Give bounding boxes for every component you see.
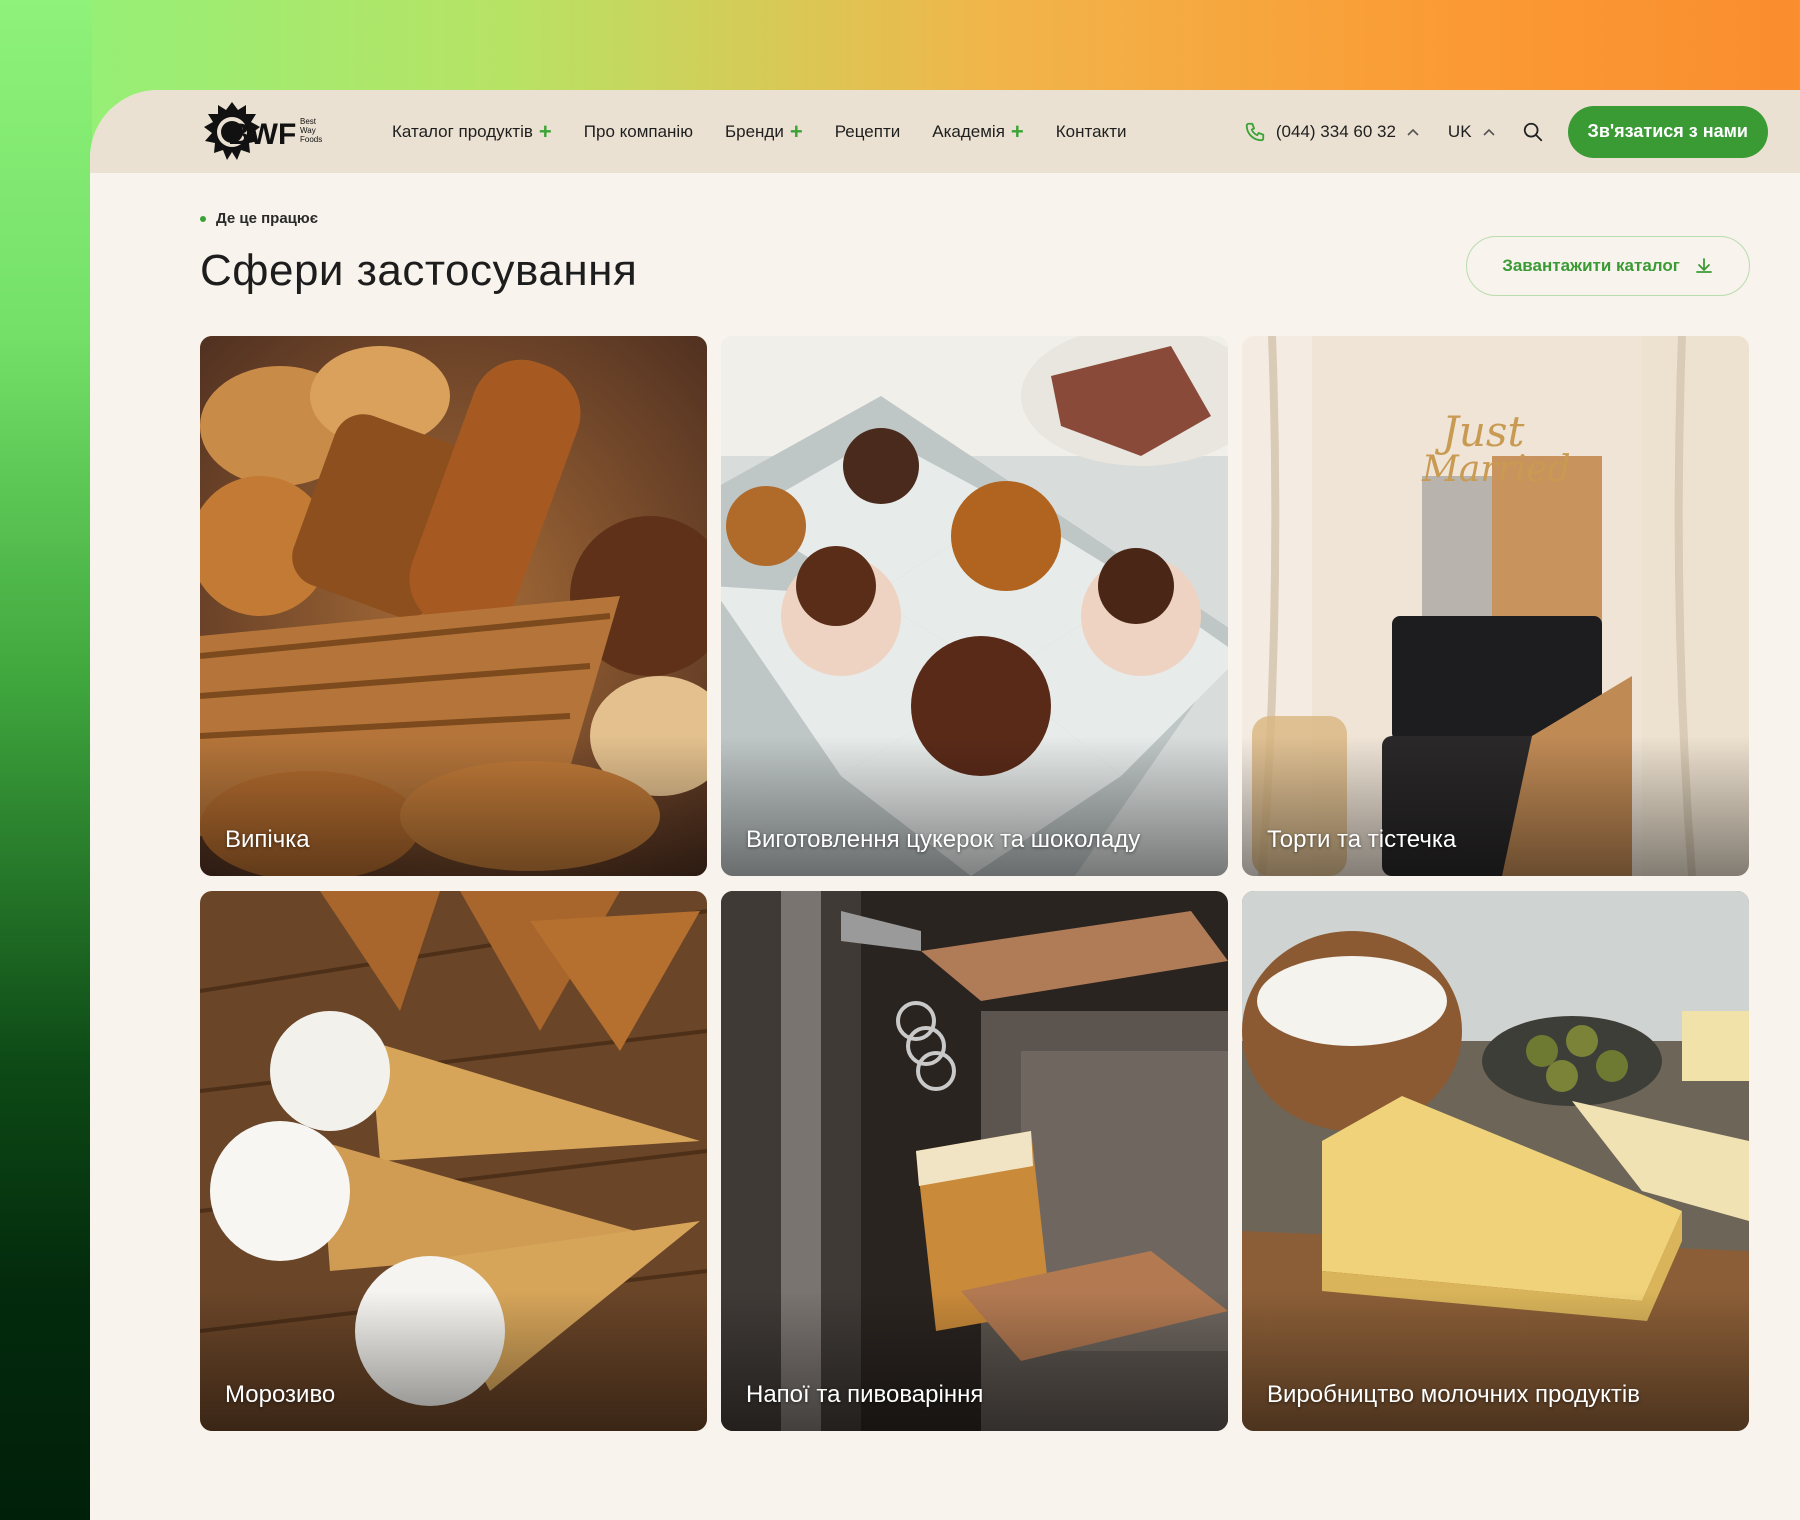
card-shade (1242, 1291, 1749, 1431)
card-label: Торти та тістечка (1267, 826, 1457, 853)
background-left-gradient (0, 0, 92, 1520)
card-beverages[interactable]: Напої та пивоваріння (721, 891, 1228, 1431)
language-label: UK (1447, 121, 1472, 141)
nav-item-brands[interactable]: Бренди + (724, 118, 803, 144)
download-icon (1695, 258, 1712, 273)
card-ice-cream[interactable]: Морозиво (200, 891, 707, 1431)
card-shade (721, 1291, 1228, 1431)
nav-label: Академія (932, 121, 1005, 141)
plus-icon: + (789, 118, 803, 144)
card-cakes[interactable]: Just Married Торти та тістечка (1242, 336, 1749, 876)
application-grid: Випічка Виготовлення цукерок та шоколаду… (200, 336, 1750, 1431)
svg-text:Foods: Foods (300, 135, 322, 144)
phone-number: (044) 334 60 32 (1275, 121, 1396, 141)
nav-label: Контакти (1055, 121, 1127, 141)
card-label: Виробництво молочних продуктів (1267, 1381, 1641, 1408)
card-dairy[interactable]: Виробництво молочних продуктів (1242, 891, 1749, 1431)
main-nav: Каталог продуктів + Про компанію Бренди … (392, 90, 1158, 173)
nav-label: Бренди (724, 121, 784, 141)
bwf-logo[interactable]: BWF Best Way Foods (198, 96, 334, 166)
svg-text:BWF: BWF (228, 118, 296, 151)
nav-item-recipes[interactable]: Рецепти (835, 122, 901, 142)
chevron-up-icon (1482, 128, 1495, 136)
nav-item-about[interactable]: Про компанію (584, 122, 693, 142)
nav-label: Каталог продуктів (392, 121, 533, 141)
language-selector[interactable]: UK (1448, 122, 1496, 142)
card-label: Напої та пивоваріння (746, 1381, 984, 1408)
card-confectionery[interactable]: Виготовлення цукерок та шоколаду (721, 336, 1228, 876)
card-bakery[interactable]: Випічка (200, 336, 707, 876)
card-shade (200, 736, 707, 876)
page-title: Сфери застосування (200, 246, 638, 295)
chevron-up-icon (1407, 128, 1419, 136)
plus-icon: + (1010, 118, 1024, 144)
card-label: Морозиво (225, 1381, 336, 1408)
download-label: Завантажити каталог (1502, 256, 1680, 275)
card-shade (200, 1291, 707, 1431)
eyebrow-text: Де це працює (216, 210, 318, 227)
card-label: Випічка (225, 826, 310, 853)
contact-us-button[interactable]: Зв'язатися з нами (1567, 105, 1768, 158)
svg-text:Best: Best (300, 117, 317, 126)
card-label: Виготовлення цукерок та шоколаду (746, 826, 1141, 853)
nav-item-contacts[interactable]: Контакти (1056, 122, 1127, 142)
nav-item-catalog[interactable]: Каталог продуктів + (392, 118, 552, 144)
nav-label: Рецепти (834, 121, 901, 141)
phone-icon (1245, 122, 1265, 141)
header-actions: (044) 334 60 32 UK Зв'язатися з нами (1244, 90, 1768, 173)
search-icon[interactable] (1522, 121, 1544, 143)
card-shade (721, 736, 1228, 876)
svg-text:Way: Way (300, 126, 316, 135)
card-shade (1242, 736, 1749, 876)
site-header: BWF Best Way Foods Каталог продуктів + П… (90, 90, 1800, 173)
section-eyebrow: Де це працює (200, 210, 318, 227)
svg-text:Married: Married (1421, 449, 1571, 490)
bullet-dot (200, 215, 206, 222)
plus-icon: + (538, 118, 552, 144)
download-catalog-button[interactable]: Завантажити каталог (1466, 236, 1750, 296)
browser-window: BWF Best Way Foods Каталог продуктів + П… (90, 90, 1800, 1520)
phone-selector[interactable]: (044) 334 60 32 (1244, 121, 1420, 143)
nav-item-academy[interactable]: Академія + (932, 118, 1024, 144)
nav-label: Про компанію (583, 121, 693, 141)
